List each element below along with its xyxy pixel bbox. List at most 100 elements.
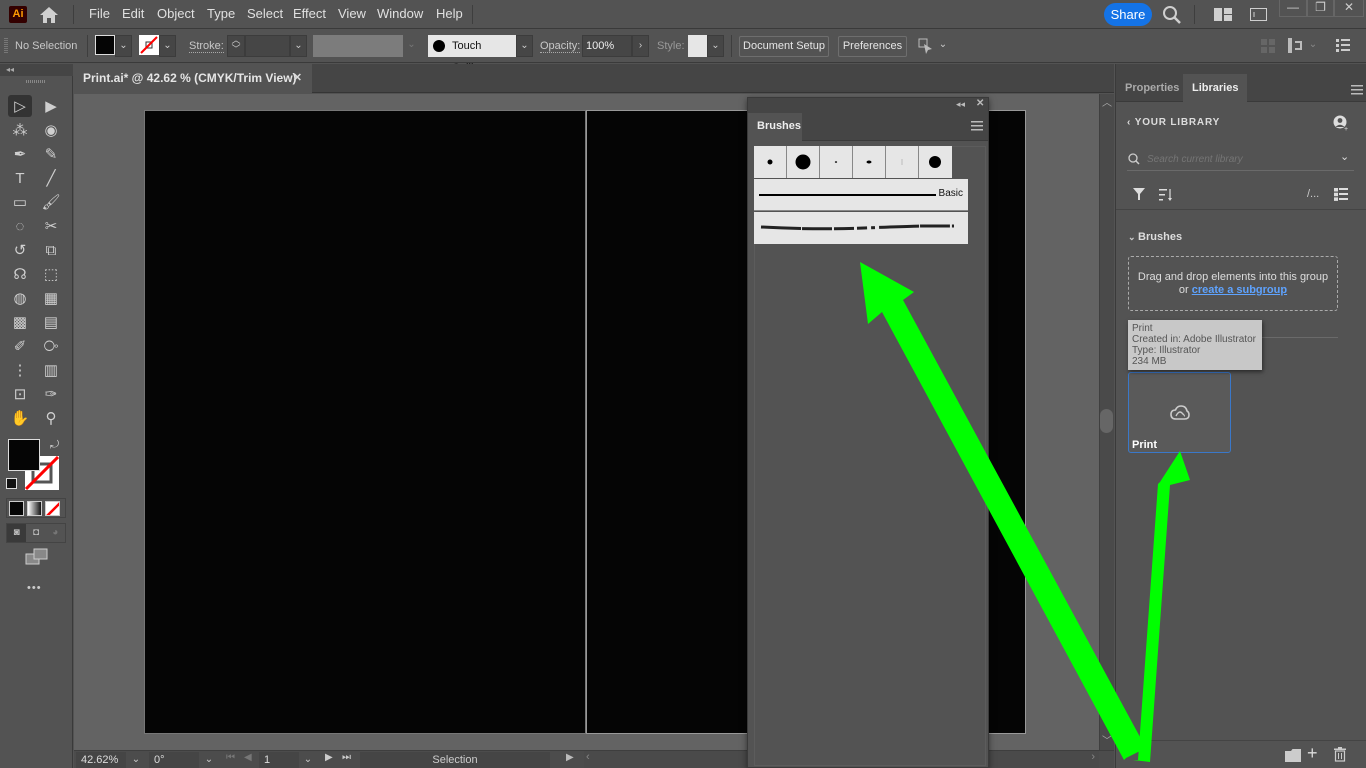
- previous-artboard-button[interactable]: ◀: [244, 752, 252, 763]
- panel-menu-icon[interactable]: [1336, 39, 1350, 52]
- group-brushes-header[interactable]: ⌄ Brushes: [1128, 231, 1182, 243]
- brush-dropdown[interactable]: ⌄: [516, 35, 533, 57]
- edit-toolbar-icon[interactable]: •••: [27, 582, 42, 594]
- tab-libraries[interactable]: Libraries: [1183, 74, 1248, 103]
- scroll-thumb[interactable]: [1100, 409, 1113, 433]
- search-icon[interactable]: [1162, 5, 1182, 25]
- collapse-tools-icon[interactable]: ◂◂: [0, 64, 73, 76]
- current-tool-status[interactable]: Selection: [360, 752, 550, 768]
- collapse-panel-icon[interactable]: ◂◂: [956, 99, 965, 110]
- stroke-swatch[interactable]: [139, 35, 159, 55]
- tool-slice[interactable]: ✑: [39, 383, 63, 405]
- right-panel-grip[interactable]: [1116, 64, 1366, 74]
- create-subgroup-link[interactable]: create a subgroup: [1192, 284, 1287, 296]
- opacity-label[interactable]: Opacity:: [540, 40, 581, 53]
- opacity-input[interactable]: 100%: [582, 35, 632, 57]
- tool-lasso[interactable]: ◉: [39, 119, 63, 141]
- restore-button[interactable]: ❐: [1307, 0, 1334, 17]
- arrange-documents-icon[interactable]: [1214, 8, 1232, 21]
- tool-magic-wand[interactable]: ⁂: [8, 119, 32, 141]
- last-artboard-button[interactable]: ⏭: [342, 752, 351, 763]
- invite-user-icon[interactable]: +: [1333, 115, 1349, 133]
- stroke-label[interactable]: Stroke:: [189, 40, 224, 53]
- variable-width-profile[interactable]: [313, 35, 403, 57]
- zoom-level-input[interactable]: 42.62%: [76, 752, 126, 768]
- variable-width-dropdown[interactable]: ⌄: [403, 35, 420, 55]
- vertical-scrollbar[interactable]: ︿ ﹀: [1099, 94, 1114, 750]
- tool-paintbrush[interactable]: 🖌: [39, 191, 63, 213]
- transform-dropdown[interactable]: ⌄: [1306, 35, 1320, 55]
- minimize-button[interactable]: —: [1279, 0, 1307, 17]
- tool-line-segment[interactable]: ╱: [39, 167, 63, 189]
- brush-calligraphic-small[interactable]: [754, 146, 787, 178]
- menu-object[interactable]: Object: [155, 0, 197, 29]
- zoom-dropdown[interactable]: ⌄: [126, 752, 146, 768]
- change-screen-mode-icon[interactable]: [25, 548, 49, 568]
- stroke-weight-input[interactable]: [245, 35, 290, 57]
- scroll-left-arrow[interactable]: ‹: [586, 751, 590, 763]
- tool-zoom[interactable]: ⚲: [39, 407, 63, 429]
- brush-definition[interactable]: Touch Callig...: [428, 35, 516, 74]
- tool-shape-builder[interactable]: ◍: [8, 287, 32, 309]
- close-window-button[interactable]: ✕: [1334, 0, 1364, 17]
- search-library-input[interactable]: [1147, 152, 1332, 167]
- tool-scale[interactable]: ⧉: [39, 239, 63, 261]
- close-panel-icon[interactable]: ✕: [976, 98, 984, 109]
- artboard-1[interactable]: [144, 110, 586, 734]
- tool-free-transform[interactable]: ⬚: [39, 263, 63, 285]
- tool-selection[interactable]: ▷: [8, 95, 32, 117]
- rotation-input[interactable]: 0°: [149, 752, 199, 768]
- document-setup-button[interactable]: Document Setup: [739, 36, 829, 57]
- swap-fill-stroke-icon[interactable]: ⤾: [50, 439, 62, 451]
- stroke-weight-stepper[interactable]: ︿ ﹀: [227, 35, 245, 57]
- tool-symbol-sprayer[interactable]: ⋮: [8, 359, 32, 381]
- brush-charcoal[interactable]: [754, 212, 968, 244]
- fill-dropdown[interactable]: ⌄: [115, 35, 132, 57]
- drop-zone[interactable]: Drag and drop elements into this group o…: [1128, 256, 1338, 311]
- tool-blend[interactable]: ⧂: [39, 335, 63, 357]
- menu-view[interactable]: View: [336, 0, 368, 29]
- tools-grip[interactable]: [26, 80, 46, 83]
- brush-calligraphic-flat[interactable]: [886, 146, 919, 178]
- draw-normal-button[interactable]: ◙: [7, 524, 27, 542]
- tool-rectangle[interactable]: ▭: [8, 191, 32, 213]
- brush-touch-calligraphic[interactable]: [919, 146, 952, 178]
- tool-column-graph[interactable]: ▥: [39, 359, 63, 381]
- preferences-button[interactable]: Preferences: [838, 36, 907, 57]
- search-library-field[interactable]: ⌄: [1127, 150, 1354, 171]
- menu-type[interactable]: Type: [205, 0, 237, 29]
- tool-direct-selection[interactable]: ▶: [39, 95, 63, 117]
- trash-icon[interactable]: [1334, 747, 1346, 762]
- style-dropdown[interactable]: ⌄: [707, 35, 724, 57]
- tool-curvature[interactable]: ✎: [39, 143, 63, 165]
- tool-eyedropper[interactable]: ✐: [8, 335, 32, 357]
- library-dropdown-chevron[interactable]: ⌄: [1340, 150, 1349, 163]
- your-library-back-link[interactable]: ‹ YOUR LIBRARY: [1127, 117, 1220, 128]
- draw-behind-button[interactable]: ◘: [26, 524, 45, 542]
- draw-inside-button[interactable]: ◕: [46, 524, 65, 542]
- menu-help[interactable]: Help: [434, 0, 465, 29]
- tool-gradient[interactable]: ▤: [39, 311, 63, 333]
- tool-puppet-warp[interactable]: ☊: [8, 263, 32, 285]
- list-view-icon[interactable]: [1334, 188, 1348, 201]
- tool-artboard[interactable]: ⊡: [8, 383, 32, 405]
- brushes-panel-titlebar[interactable]: ◂◂ ✕: [748, 98, 988, 113]
- new-group-folder-icon[interactable]: [1285, 749, 1301, 762]
- workspace-switcher-icon[interactable]: [1250, 8, 1267, 21]
- home-icon[interactable]: [38, 5, 60, 25]
- library-asset-print[interactable]: Print: [1128, 372, 1231, 453]
- gradient-button[interactable]: [27, 501, 42, 516]
- next-artboard-button[interactable]: ▶: [325, 752, 333, 763]
- tab-brushes[interactable]: Brushes: [748, 113, 802, 142]
- artboard-number-input[interactable]: 1: [259, 752, 299, 768]
- align-icon[interactable]: [1261, 39, 1275, 53]
- stroke-dropdown[interactable]: ⌄: [159, 35, 176, 57]
- color-button[interactable]: [9, 501, 24, 516]
- brush-basic[interactable]: Basic: [754, 179, 968, 211]
- fill-swatch[interactable]: [95, 35, 115, 55]
- none-button[interactable]: [45, 501, 60, 516]
- tool-rotate[interactable]: ↺: [8, 239, 32, 261]
- sort-icon[interactable]: [1159, 189, 1173, 201]
- fill-color-front[interactable]: [8, 439, 40, 471]
- select-similar-icon[interactable]: [916, 38, 934, 54]
